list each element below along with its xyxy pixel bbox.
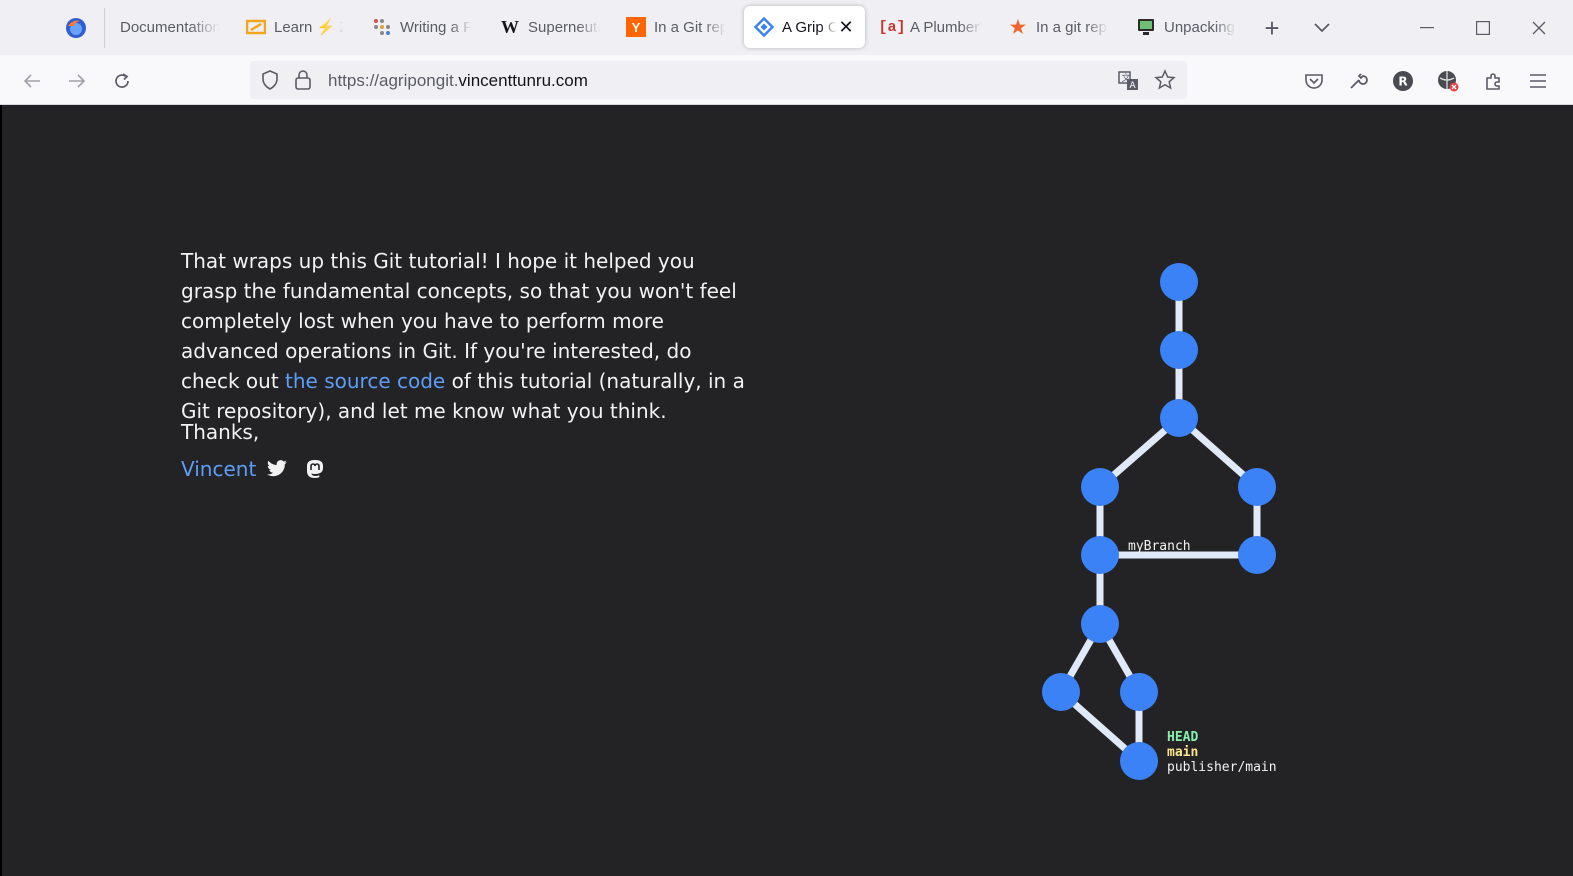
new-tab-button[interactable]: + bbox=[1256, 13, 1288, 43]
monitor-icon bbox=[1136, 17, 1156, 37]
close-window-button[interactable] bbox=[1523, 14, 1555, 42]
firefox-view-icon[interactable] bbox=[60, 14, 92, 42]
tab-label: In a git repository bbox=[1036, 18, 1108, 36]
minimize-button[interactable] bbox=[1411, 14, 1443, 42]
head-label: HEAD bbox=[1167, 730, 1198, 745]
tab-a-plumbers-guide[interactable]: [a] A Plumber's Guide bbox=[872, 6, 992, 48]
url-text[interactable]: https://agripongit.vincenttunru.com bbox=[328, 71, 588, 91]
pocket-icon[interactable] bbox=[1299, 66, 1329, 96]
forward-button[interactable] bbox=[62, 66, 92, 96]
tab-label: A Grip On Git bbox=[782, 18, 837, 36]
url-host: vincenttunru.com bbox=[458, 71, 588, 90]
commit-node[interactable] bbox=[1238, 468, 1276, 506]
tab-in-a-git-repository[interactable]: Y In a Git repository bbox=[616, 6, 736, 48]
tab-label: Writing a Fuzzer bbox=[400, 18, 472, 36]
url-bar[interactable]: https://agripongit.vincenttunru.com 文A bbox=[250, 61, 1187, 99]
tab-label: Documentation bbox=[120, 18, 220, 36]
tab-documentation[interactable]: Documentation bbox=[110, 6, 230, 48]
grid-dots-icon bbox=[372, 17, 392, 37]
tab-label: Superneutrino bbox=[528, 18, 600, 36]
branch-label-mybranch: myBranch bbox=[1128, 539, 1191, 554]
list-all-tabs-button[interactable] bbox=[1306, 14, 1338, 42]
tab-separator bbox=[104, 8, 105, 48]
svg-text:R: R bbox=[1398, 75, 1407, 89]
commit-node[interactable] bbox=[1160, 263, 1198, 301]
translate-icon[interactable]: 文A bbox=[1118, 70, 1140, 97]
bracket-a-icon: [a] bbox=[878, 18, 906, 36]
commit-node[interactable] bbox=[1081, 605, 1119, 643]
star-icon: ★ bbox=[1009, 16, 1027, 37]
tab-unpacking[interactable]: Unpacking bbox=[1126, 6, 1246, 48]
account-avatar-icon[interactable]: R bbox=[1388, 66, 1418, 96]
commit-node[interactable] bbox=[1042, 673, 1080, 711]
close-tab-icon[interactable]: ✕ bbox=[837, 17, 855, 38]
lock-icon[interactable] bbox=[294, 69, 312, 96]
navigation-toolbar: https://agripongit.vincenttunru.com 文A R bbox=[0, 55, 1573, 105]
tab-learn-zig[interactable]: Learn ⚡ Zig bbox=[236, 6, 354, 48]
branch-label-main: main bbox=[1167, 745, 1198, 760]
extension-globe-icon[interactable] bbox=[1433, 66, 1463, 96]
reload-button[interactable] bbox=[107, 66, 137, 96]
bookmark-star-icon[interactable] bbox=[1154, 69, 1176, 96]
svg-text:A: A bbox=[1130, 81, 1137, 91]
wikipedia-icon: W bbox=[501, 16, 519, 37]
tab-a-grip-on-git[interactable]: A Grip On Git ✕ bbox=[744, 6, 865, 48]
thanks-text: Thanks, bbox=[181, 420, 260, 444]
mastodon-icon[interactable] bbox=[304, 458, 326, 480]
back-button[interactable] bbox=[17, 66, 47, 96]
tab-superneutrino[interactable]: W Superneutrino bbox=[490, 6, 610, 48]
page-content: That wraps up this Git tutorial! I hope … bbox=[2, 105, 1573, 876]
commit-graph: myBranch HEAD main publisher/main bbox=[1042, 263, 1277, 780]
tab-label: Learn ⚡ Zig bbox=[274, 19, 344, 36]
tab-label: Unpacking bbox=[1164, 18, 1235, 36]
commit-node[interactable] bbox=[1120, 742, 1158, 780]
developer-tools-wrench-icon[interactable] bbox=[1343, 66, 1373, 96]
commit-node[interactable] bbox=[1238, 536, 1276, 574]
commit-node[interactable] bbox=[1160, 331, 1198, 369]
commit-node[interactable] bbox=[1081, 536, 1119, 574]
app-menu-hamburger-icon[interactable] bbox=[1523, 66, 1553, 96]
source-code-link[interactable]: the source code bbox=[285, 369, 445, 393]
commit-node[interactable] bbox=[1160, 399, 1198, 437]
closing-paragraph: That wraps up this Git tutorial! I hope … bbox=[181, 246, 751, 426]
tab-label: In a Git repository bbox=[654, 18, 726, 36]
url-prefix: https://agripongit. bbox=[328, 71, 459, 90]
commit-node[interactable] bbox=[1120, 673, 1158, 711]
tab-in-a-git-repository-2[interactable]: ★ In a git repository bbox=[998, 6, 1118, 48]
extensions-puzzle-icon[interactable] bbox=[1479, 66, 1509, 96]
author-signoff: Vincent bbox=[181, 457, 326, 481]
tracking-protection-shield-icon[interactable] bbox=[260, 70, 280, 95]
ziglearn-icon bbox=[246, 17, 266, 37]
tab-strip: Documentation Learn ⚡ Zig Writing a Fuzz… bbox=[0, 0, 1573, 55]
commit-node[interactable] bbox=[1081, 468, 1119, 506]
remote-branch-label: publisher/main bbox=[1167, 760, 1277, 775]
maximize-button[interactable] bbox=[1467, 14, 1499, 42]
twitter-icon[interactable] bbox=[266, 458, 288, 480]
tab-label: A Plumber's Guide bbox=[910, 18, 982, 36]
tab-writing-a-fuzzer[interactable]: Writing a Fuzzer bbox=[362, 6, 482, 48]
graph-edges bbox=[1057, 278, 1261, 765]
git-diamond-icon bbox=[754, 17, 774, 37]
ycombinator-icon: Y bbox=[626, 17, 646, 37]
author-link[interactable]: Vincent bbox=[181, 457, 256, 481]
